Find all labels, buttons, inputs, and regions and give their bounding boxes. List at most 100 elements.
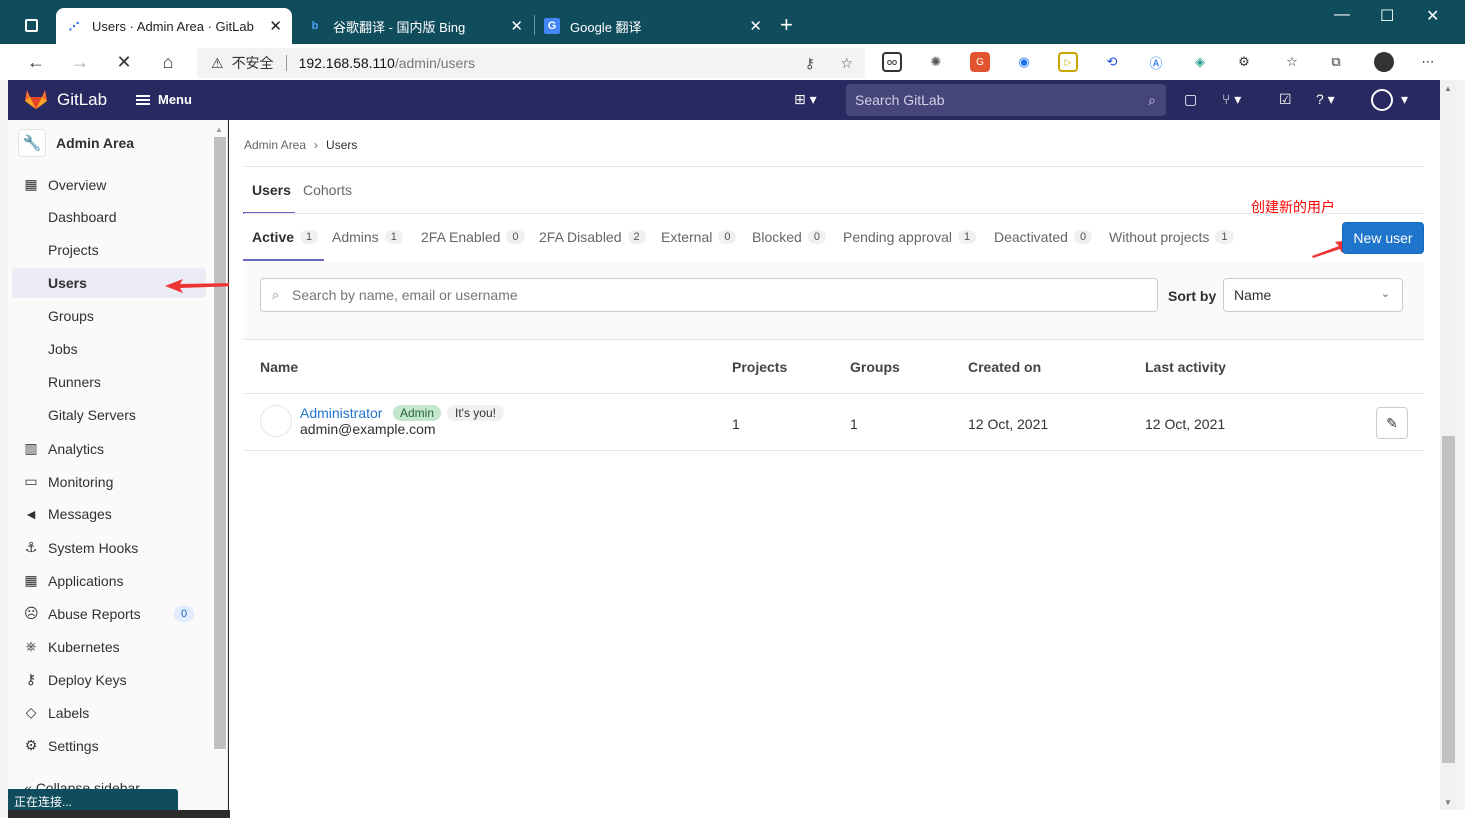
extension-icon[interactable]: oo xyxy=(882,52,902,72)
sidebar-item-groups[interactable]: Groups xyxy=(48,308,94,324)
extension-icon[interactable]: ◈ xyxy=(1190,52,1210,72)
sidebar-scrollbar-thumb[interactable] xyxy=(214,137,226,749)
address-bar[interactable]: ⚠ 不安全 192.168.58.110/admin/users ⚷ ☆ xyxy=(197,48,865,78)
extension-icon[interactable]: ▷ xyxy=(1058,52,1078,72)
extensions-icon[interactable]: ⚙ xyxy=(1234,52,1254,72)
tab-title: Users · Admin Area · GitLab xyxy=(92,18,254,34)
chart-icon: ▥ xyxy=(24,440,38,456)
sidebar-item-users[interactable]: Users xyxy=(48,275,87,291)
extension-icon[interactable]: ◉ xyxy=(1014,52,1034,72)
tab-title: Google 翻译 xyxy=(570,19,642,35)
minimize-icon[interactable]: — xyxy=(1334,6,1350,24)
hamburger-icon xyxy=(136,94,150,105)
tab-cohorts[interactable]: Cohorts xyxy=(303,182,352,198)
filter-tab-external[interactable]: External 0 xyxy=(661,229,737,245)
more-icon[interactable]: ⋯ xyxy=(1418,52,1438,72)
user-groups: 1 xyxy=(850,416,858,432)
back-icon[interactable]: ← xyxy=(24,50,48,74)
close-window-icon[interactable]: ✕ xyxy=(1426,6,1439,26)
sidebar-item-deploy-keys[interactable]: ⚷ Deploy Keys xyxy=(24,671,127,688)
sidebar-item-analytics[interactable]: ▥ Analytics xyxy=(24,440,104,457)
column-header-name: Name xyxy=(260,359,299,375)
sidebar-item-system-hooks[interactable]: ⚓ System Hooks xyxy=(24,539,139,556)
browser-tab-google-translate[interactable]: G Google 翻译 ✕ xyxy=(534,8,772,44)
new-user-button[interactable]: New user xyxy=(1342,222,1424,254)
close-tab-icon[interactable]: ✕ xyxy=(510,17,523,35)
merge-requests-icon[interactable]: ⑂ ▾ xyxy=(1222,91,1241,108)
collections-icon[interactable]: ⧉ xyxy=(1326,52,1346,72)
extension-icon[interactable]: G xyxy=(970,52,990,72)
filter-tab-blocked[interactable]: Blocked 0 xyxy=(752,229,826,245)
tab-actions-icon[interactable] xyxy=(18,12,44,38)
user-name-link[interactable]: Administrator xyxy=(300,405,382,421)
edit-user-button[interactable]: ✎ xyxy=(1376,407,1408,439)
breadcrumb-users[interactable]: Users xyxy=(326,138,357,152)
its-you-badge: It's you! xyxy=(447,405,504,421)
sidebar-header[interactable]: 🔧 Admin Area xyxy=(18,129,134,157)
close-tab-icon[interactable]: ✕ xyxy=(749,17,762,35)
scroll-up-icon[interactable]: ▲ xyxy=(1444,84,1452,93)
filter-tab-label: Deactivated xyxy=(994,229,1068,245)
filter-tab-2fa-enabled[interactable]: 2FA Enabled 0 xyxy=(421,229,525,245)
sidebar-item-jobs[interactable]: Jobs xyxy=(48,341,78,357)
todos-icon[interactable]: ☑ xyxy=(1279,91,1292,108)
sidebar-item-labels[interactable]: ◇ Labels xyxy=(24,704,90,721)
sidebar-item-overview[interactable]: ▦ Overview xyxy=(24,176,106,193)
maximize-icon[interactable]: ☐ xyxy=(1380,6,1394,26)
sidebar-item-label: Overview xyxy=(48,176,107,193)
user-created-on: 12 Oct, 2021 xyxy=(968,416,1049,432)
stop-icon[interactable]: ✕ xyxy=(112,50,136,74)
search-placeholder: Search by name, email or username xyxy=(292,287,518,303)
sidebar-item-runners[interactable]: Runners xyxy=(48,374,101,390)
sidebar-item-messages[interactable]: ◄ Messages xyxy=(24,506,112,522)
profile-avatar[interactable] xyxy=(1374,52,1394,72)
sidebar-item-monitoring[interactable]: ▭ Monitoring xyxy=(24,473,113,490)
gitlab-search-input[interactable]: Search GitLab ⌕ xyxy=(846,84,1166,116)
tab-users[interactable]: Users xyxy=(252,182,291,198)
help-icon[interactable]: ? ▾ xyxy=(1316,91,1335,108)
add-favorite-icon[interactable]: ☆ xyxy=(840,55,853,72)
gitlab-logo-icon[interactable] xyxy=(24,88,48,110)
sidebar-item-applications[interactable]: ▦ Applications xyxy=(24,572,123,589)
scroll-up-icon[interactable]: ▲ xyxy=(215,125,223,134)
create-new-icon[interactable]: ⊞ ▾ xyxy=(794,91,817,108)
close-tab-icon[interactable]: ✕ xyxy=(269,17,282,35)
sort-select[interactable]: Name ⌄ xyxy=(1223,278,1403,312)
extension-icon[interactable]: ⟲ xyxy=(1102,52,1122,72)
divider xyxy=(244,166,1424,167)
filter-tab-active[interactable]: Active 1 xyxy=(252,229,319,245)
menu-label: Menu xyxy=(158,92,192,107)
filter-tab-admins[interactable]: Admins 1 xyxy=(332,229,403,245)
issues-icon[interactable]: ▢ xyxy=(1184,91,1197,108)
filter-tab-deactivated[interactable]: Deactivated 0 xyxy=(994,229,1093,245)
home-icon[interactable]: ⌂ xyxy=(156,50,180,74)
menu-button[interactable]: Menu xyxy=(136,92,192,107)
user-search-input[interactable]: ⌕ Search by name, email or username xyxy=(260,278,1158,312)
browser-tab-gitlab[interactable]: ⋰ Users · Admin Area · GitLab ✕ xyxy=(56,8,292,44)
sidebar-item-abuse-reports[interactable]: ☹ Abuse Reports xyxy=(24,605,141,622)
bing-icon: b xyxy=(311,20,319,32)
sidebar-item-dashboard[interactable]: Dashboard xyxy=(48,209,117,225)
filter-tab-without-projects[interactable]: Without projects 1 xyxy=(1109,229,1234,245)
sidebar-item-kubernetes[interactable]: ⎈ Kubernetes xyxy=(24,638,119,655)
new-tab-icon[interactable]: + xyxy=(780,12,793,38)
extension-icon[interactable]: ✺ xyxy=(926,52,946,72)
filter-tab-pending-approval[interactable]: Pending approval 1 xyxy=(843,229,977,245)
scroll-down-icon[interactable]: ▼ xyxy=(1444,798,1452,807)
extension-icon[interactable]: Ⓐ xyxy=(1146,52,1166,72)
overview-icon: ▦ xyxy=(24,176,38,192)
page-scrollbar-thumb[interactable] xyxy=(1442,436,1455,763)
forward-icon[interactable]: → xyxy=(68,50,92,74)
breadcrumb-admin-area[interactable]: Admin Area xyxy=(244,138,306,152)
sidebar-item-settings[interactable]: ⚙ Settings xyxy=(24,737,99,754)
user-avatar[interactable] xyxy=(1371,89,1393,111)
sidebar-item-label: Deploy Keys xyxy=(48,671,127,688)
sidebar-item-gitaly-servers[interactable]: Gitaly Servers xyxy=(48,407,136,423)
filter-tab-2fa-disabled[interactable]: 2FA Disabled 2 xyxy=(539,229,646,245)
favorites-icon[interactable]: ☆ xyxy=(1282,52,1302,72)
chevron-down-icon[interactable]: ▾ xyxy=(1401,91,1408,108)
password-key-icon[interactable]: ⚷ xyxy=(805,55,815,72)
brand-name[interactable]: GitLab xyxy=(57,90,107,110)
sidebar-item-projects[interactable]: Projects xyxy=(48,242,99,258)
browser-tab-bing[interactable]: b 谷歌翻译 - 国内版 Bing ✕ xyxy=(297,8,533,44)
